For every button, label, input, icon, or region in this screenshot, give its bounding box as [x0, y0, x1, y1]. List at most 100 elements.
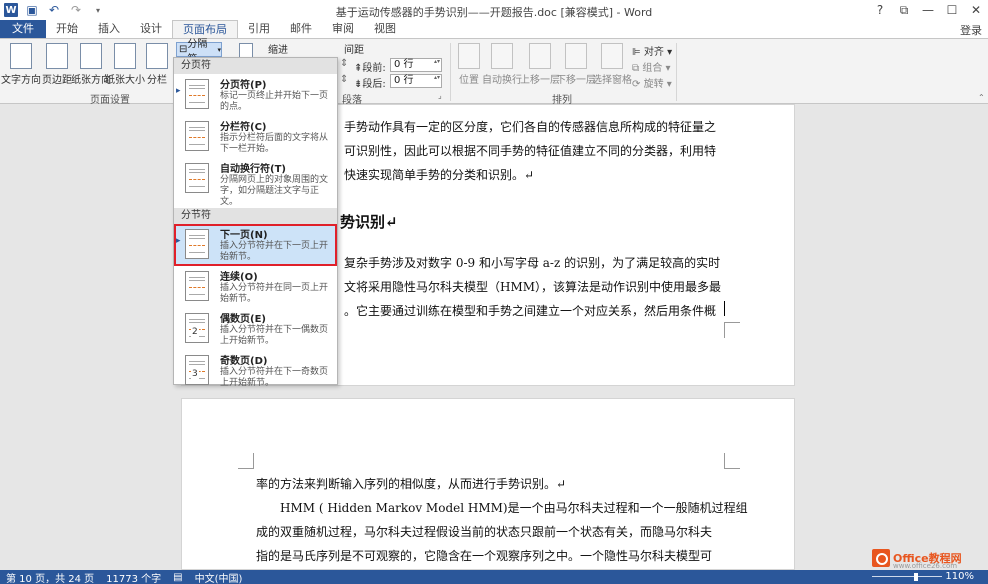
- body-text-line: HMM ( Hidden Markov Model HMM)是一个由马尔科夫过程…: [280, 501, 748, 515]
- indent-spinner-stub[interactable]: ⇕: [340, 58, 348, 69]
- even-page-number-badge: 2: [191, 327, 199, 337]
- bring-forward-button[interactable]: 上移一层: [520, 43, 560, 86]
- group-button[interactable]: ⧉ 组合 ▾: [632, 59, 671, 74]
- maximize-button[interactable]: ☐: [940, 0, 964, 20]
- selection-pane-icon: [601, 43, 623, 69]
- rotate-button[interactable]: ⟳ 旋转 ▾: [632, 75, 672, 90]
- customize-qat-icon[interactable]: ▾: [90, 2, 106, 18]
- crop-mark: [724, 322, 740, 338]
- body-text-line: 指的是马氏序列是不可观察的，它隐含在一个观察序列之中。一个隐性马尔科夫模型可: [256, 549, 713, 563]
- text-direction-button[interactable]: 文字方向: [1, 43, 41, 86]
- page-break-item[interactable]: 分页符(P) 标记一页终止并开始下一页的点。: [174, 74, 337, 116]
- orientation-button[interactable]: 纸张方向: [71, 43, 111, 86]
- document-title: 基于运动传感器的手势识别——开题报告.doc [兼容模式] - Word: [335, 6, 653, 19]
- wrap-text-icon: [491, 43, 513, 69]
- chevron-down-icon: ▾: [217, 45, 221, 54]
- position-button[interactable]: 位置: [452, 43, 486, 86]
- body-text-line: 成的双重随机过程，马尔科夫过程假设当前的状态只跟前一个状态有关，而隐马尔科夫: [256, 525, 713, 539]
- size-button[interactable]: 纸张大小: [105, 43, 145, 86]
- text-wrapping-break-item[interactable]: 自动换行符(T) 分隔网页上的对象周围的文字，如分隔题注文字与正文。: [174, 158, 337, 208]
- margins-button[interactable]: 页边距: [40, 43, 74, 86]
- page-breaks-header: 分页符: [174, 58, 337, 74]
- crop-mark: [724, 453, 740, 469]
- align-button[interactable]: ⊫ 对齐 ▾: [632, 43, 672, 58]
- send-backward-icon: [565, 43, 587, 69]
- quick-access-toolbar: W ▣ ↶ ↷ ▾: [0, 2, 106, 18]
- zoom-slider[interactable]: [872, 576, 942, 577]
- align-icon: ⊫: [632, 47, 641, 58]
- undo-icon[interactable]: ↶: [46, 2, 62, 18]
- group-separator: [676, 43, 677, 101]
- word-count[interactable]: 11773 个字: [100, 570, 167, 584]
- minimize-button[interactable]: —: [916, 0, 940, 20]
- column-break-icon: [185, 121, 209, 151]
- ribbon-display-button[interactable]: ⧉: [892, 0, 916, 20]
- ribbon-tabs: 文件 开始 插入 设计 页面布局 引用 邮件 审阅 视图 登录: [0, 20, 988, 38]
- breaks-dropdown-menu: 分页符 分页符(P) 标记一页终止并开始下一页的点。 分栏符(C) 指示分栏符后…: [173, 57, 338, 388]
- status-bar: 第 10 页，共 24 页 11773 个字 ▤ 中文(中国) 110%: [0, 570, 988, 584]
- body-text-line: 可识别性，因此可以根据不同手势的特征值建立不同的分类器，利用特: [344, 144, 717, 158]
- text-cursor: [724, 301, 725, 316]
- wrap-text-button[interactable]: 自动换行: [482, 43, 522, 86]
- page-count[interactable]: 第 10 页，共 24 页: [0, 570, 100, 584]
- paragraph-dialog-launcher-icon[interactable]: ⌟: [438, 91, 442, 100]
- group-objects-icon: ⧉: [632, 63, 640, 74]
- odd-page-section-break-item[interactable]: 3 奇数页(D) 插入分节符并在下一奇数页上开始新节。: [174, 350, 337, 392]
- body-text-line: 。它主要通过训练在模型和手势之间建立一个对应关系，然后用条件概: [344, 304, 717, 318]
- even-page-section-break-item[interactable]: 2 偶数页(E) 插入分节符并在下一偶数页上开始新节。: [174, 308, 337, 350]
- text-direction-icon: [10, 43, 32, 69]
- redo-icon[interactable]: ↷: [68, 2, 84, 18]
- tab-home[interactable]: 开始: [46, 20, 88, 38]
- office-logo-icon: [872, 549, 890, 567]
- tab-references[interactable]: 引用: [238, 20, 280, 38]
- spacing-before-input[interactable]: 0 行: [390, 58, 442, 72]
- office-tutorial-logo: Office教程网 www.office26.com: [872, 547, 976, 570]
- section-breaks-header: 分节符: [174, 208, 337, 224]
- group-separator: [450, 43, 451, 101]
- continuous-section-break-item[interactable]: 连续(O) 插入分节符并在同一页上开始新节。: [174, 266, 337, 308]
- selection-pane-button[interactable]: 选择窗格: [592, 43, 632, 86]
- column-break-item[interactable]: 分栏符(C) 指示分栏符后面的文字将从下一栏开始。: [174, 116, 337, 158]
- breaks-icon: ⊟: [179, 44, 188, 55]
- tab-design[interactable]: 设计: [130, 20, 172, 38]
- proofing-icon[interactable]: ▤: [167, 572, 188, 583]
- document-page[interactable]: 率的方法来判断输入序列的相似度，从而进行手势识别。↵ HMM ( Hidden …: [181, 398, 795, 570]
- word-app-icon[interactable]: W: [4, 3, 18, 17]
- zoom-level[interactable]: 110%: [945, 571, 974, 582]
- tab-review[interactable]: 审阅: [322, 20, 364, 38]
- ribbon: 文字方向 页边距 纸张方向 纸张大小 分栏 ⊟ 分隔符 ▾ 页面设置 缩进 间距…: [0, 38, 988, 106]
- title-bar: W ▣ ↶ ↷ ▾ 基于运动传感器的手势识别——开题报告.doc [兼容模式] …: [0, 0, 988, 20]
- next-page-section-break-item[interactable]: 下一页(N) 插入分节符并在下一页上开始新节。: [174, 224, 337, 266]
- columns-button[interactable]: 分栏: [142, 43, 172, 86]
- page-setup-group-label: 页面设置: [90, 95, 130, 106]
- spacing-before-label: ⇞段前:: [354, 63, 386, 74]
- section-heading: 势识别↵: [340, 213, 398, 231]
- help-button[interactable]: ?: [868, 0, 892, 20]
- tab-file[interactable]: 文件: [0, 20, 46, 38]
- spacing-after-label: ⇟段后:: [354, 79, 386, 90]
- send-backward-button[interactable]: 下移一层: [556, 43, 596, 86]
- zoom-slider-handle[interactable]: [914, 573, 918, 581]
- body-text-line: 手势动作具有一定的区分度，它们各自的传感器信息所构成的特征量之: [344, 120, 717, 134]
- tab-insert[interactable]: 插入: [88, 20, 130, 38]
- spacing-label: 间距: [344, 45, 364, 56]
- columns-icon: [146, 43, 168, 69]
- bring-forward-icon: [529, 43, 551, 69]
- body-text-line: 复杂手势涉及对数字 0-9 和小写字母 a-z 的识别，为了满足较高的实时: [344, 256, 721, 270]
- close-button[interactable]: ✕: [964, 0, 988, 20]
- save-icon[interactable]: ▣: [24, 2, 40, 18]
- margins-icon: [46, 43, 68, 69]
- language-indicator[interactable]: 中文(中国): [189, 570, 249, 584]
- page-break-icon: [185, 79, 209, 109]
- tab-mailings[interactable]: 邮件: [280, 20, 322, 38]
- body-text-line: 文将采用隐性马尔科夫模型（HMM），该算法是动作识别中使用最多最: [344, 280, 722, 294]
- spacing-after-input[interactable]: 0 行: [390, 74, 442, 88]
- tab-view[interactable]: 视图: [364, 20, 406, 38]
- crop-mark: [238, 453, 254, 469]
- text-wrapping-break-icon: [185, 163, 209, 193]
- breaks-button[interactable]: ⊟ 分隔符 ▾: [176, 39, 222, 65]
- indent-spinner-stub-2[interactable]: ⇕: [340, 74, 348, 85]
- odd-page-number-badge: 3: [191, 369, 199, 379]
- collapse-ribbon-icon[interactable]: ⌃: [978, 93, 985, 102]
- sign-in-link[interactable]: 登录: [960, 22, 982, 38]
